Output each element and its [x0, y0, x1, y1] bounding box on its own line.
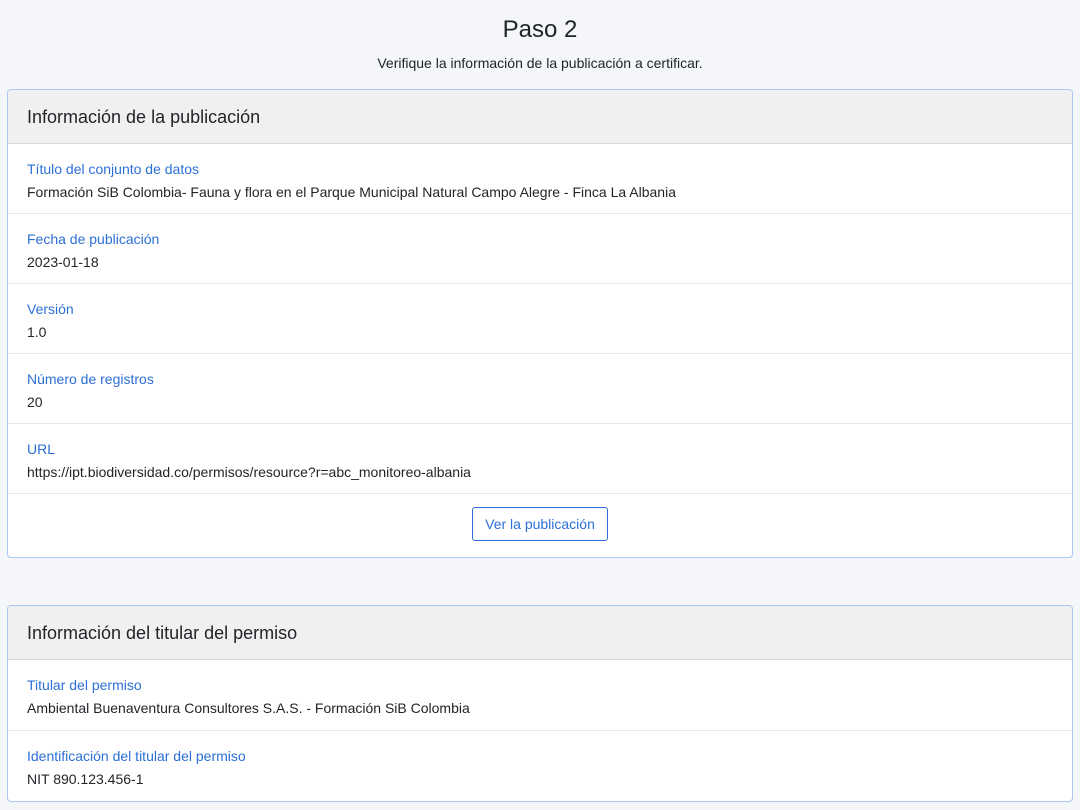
field-label: Titular del permiso [27, 677, 142, 693]
publication-card-header: Información de la publicación [8, 90, 1072, 144]
field-value: 2023-01-18 [27, 254, 99, 270]
field-publication-date: Fecha de publicación 2023-01-18 [8, 214, 1072, 284]
view-publication-button[interactable]: Ver la publicación [472, 507, 608, 541]
field-dataset-title: Título del conjunto de datos Formación S… [8, 144, 1072, 214]
field-permit-holder: Titular del permiso Ambiental Buenaventu… [8, 660, 1072, 731]
field-label: Número de registros [27, 371, 154, 387]
field-label: URL [27, 441, 56, 457]
field-label: Identificación del titular del permiso [27, 748, 246, 764]
publication-info-card: Información de la publicación Título del… [7, 89, 1073, 558]
field-label: Fecha de publicación [27, 231, 160, 247]
field-label: Título del conjunto de datos [27, 161, 200, 177]
field-label: Versión [27, 301, 74, 317]
page-subtitle: Verifique la información de la publicaci… [377, 55, 703, 71]
field-record-count: Número de registros 20 [8, 354, 1072, 424]
page-title: Paso 2 [502, 16, 578, 43]
field-value: Formación SiB Colombia- Fauna y flora en… [27, 184, 676, 200]
field-value: NIT 890.123.456-1 [27, 771, 144, 787]
field-value: 20 [27, 394, 43, 410]
permit-holder-card: Información del titular del permiso Titu… [7, 605, 1073, 802]
field-permit-holder-id: Identificación del titular del permiso N… [8, 731, 1072, 801]
field-value: 1.0 [27, 324, 47, 340]
field-value: Ambiental Buenaventura Consultores S.A.S… [27, 700, 470, 716]
field-version: Versión 1.0 [8, 284, 1072, 354]
holder-card-header: Información del titular del permiso [8, 606, 1072, 660]
field-url: URL https://ipt.biodiversidad.co/permiso… [8, 424, 1072, 494]
field-value: https://ipt.biodiversidad.co/permisos/re… [27, 464, 471, 480]
publication-card-footer: Ver la publicación [8, 494, 1072, 554]
